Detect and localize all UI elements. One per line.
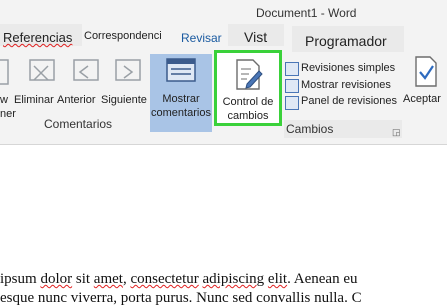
simple-markup-dropdown[interactable]: Revisiones simples [301, 61, 395, 75]
misspelled-word: adipiscing [202, 271, 265, 287]
text-run: . Aenean eu [287, 271, 358, 287]
tab-references[interactable]: Referencias [3, 30, 72, 45]
tab-review[interactable]: Revisar [181, 31, 222, 45]
new-comment-label-a: w [0, 94, 8, 106]
delete-comment-icon[interactable] [26, 58, 58, 93]
misspelled-word: dolor [40, 271, 73, 287]
new-comment-label-b: ner [0, 108, 16, 120]
track-changes-icon [235, 59, 265, 96]
misspelled-word: consectetur [130, 271, 199, 287]
track-changes-button[interactable]: Control de cambios [214, 50, 282, 126]
new-comment-icon[interactable] [0, 58, 10, 93]
show-comments-icon [166, 58, 196, 89]
reviewing-pane-icon [285, 96, 299, 110]
tab-mailings[interactable]: Correspondenci [84, 30, 162, 42]
simple-markup-icon [285, 62, 299, 76]
accept-button[interactable]: Aceptar [403, 92, 441, 106]
tab-view[interactable]: Vist [244, 29, 267, 45]
delete-comment-button[interactable]: Eliminar [14, 93, 54, 107]
next-comment-icon[interactable] [112, 58, 144, 93]
misspelled-word: amet [93, 271, 123, 287]
misspelled-word: elit [267, 271, 288, 287]
previous-comment-button[interactable]: Anterior [57, 93, 96, 107]
comments-group-label: Comentarios [44, 117, 113, 131]
previous-comment-icon[interactable] [70, 58, 102, 93]
group-launcher-icon[interactable]: ◲ [392, 127, 401, 138]
text-run: ipsum [0, 271, 41, 287]
window-title: Document1 - Word [256, 6, 357, 20]
track-changes-label-2: cambios [227, 110, 269, 122]
show-comments-label-2: comentarios [151, 107, 211, 119]
tracking-group-label: Cambios [286, 122, 334, 136]
show-comments-button[interactable]: Mostrar comentarios [150, 54, 212, 132]
text-run: sit [72, 271, 94, 287]
track-changes-label-1: Control de [222, 96, 274, 108]
reviewing-pane-button[interactable]: Panel de revisiones [301, 94, 397, 108]
show-comments-label-1: Mostrar [162, 93, 200, 105]
show-markup-dropdown[interactable]: Mostrar revisiones [301, 78, 391, 92]
next-comment-button[interactable]: Siguiente [101, 93, 147, 107]
show-markup-icon [285, 79, 299, 93]
tab-developer[interactable]: Programador [305, 33, 387, 49]
accept-icon[interactable] [414, 56, 440, 93]
document-line-2[interactable]: esque nunc viverra, porta purus. Nunc se… [0, 290, 362, 307]
document-line-1[interactable]: ipsum dolor sit amet, consectetur adipis… [0, 271, 357, 288]
